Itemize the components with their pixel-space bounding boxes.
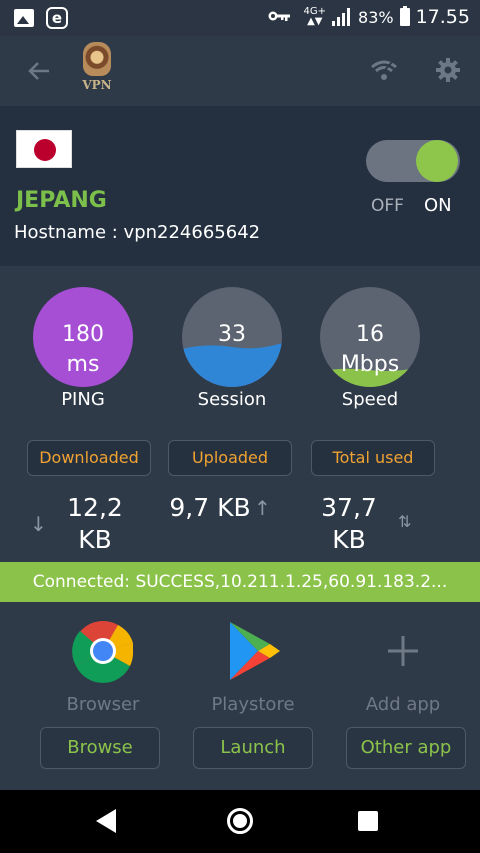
up-down-arrows-icon: ⇅ (398, 512, 412, 531)
connection-status-banner: Connected: SUCCESS,10.211.1.25,60.91.183… (0, 562, 480, 602)
launch-button[interactable]: Launch (193, 727, 313, 769)
toggle-on-label: ON (424, 195, 452, 216)
plus-icon[interactable] (370, 618, 436, 684)
nav-back-icon[interactable] (96, 809, 116, 833)
vpn-logo: VPN (80, 42, 114, 98)
network-type: 4G+ ▲▼ (303, 6, 327, 27)
session-stat: 33 Session (182, 287, 282, 410)
battery-percent: 83% (358, 7, 394, 27)
app-name-browser: Browser (66, 694, 140, 715)
clock: 17.55 (415, 6, 470, 28)
back-arrow-icon[interactable] (24, 56, 54, 86)
uploaded-amount: 9,7 KB (169, 493, 251, 522)
speed-value: 16 (356, 322, 384, 347)
browse-button[interactable]: Browse (40, 727, 160, 769)
downloaded-amount: 12,2 KB (67, 493, 123, 554)
speed-circle: 16 Mbps (320, 287, 420, 387)
toggle-knob (416, 140, 458, 182)
ping-label: PING (61, 389, 105, 410)
downloaded-badge: Downloaded (27, 440, 151, 476)
country-name: JEPANG (16, 188, 107, 213)
app-name-add: Add app (365, 694, 441, 715)
vpn-key-icon (268, 8, 290, 27)
hostname: Hostname : vpn224665642 (14, 222, 261, 243)
image-icon (14, 9, 34, 27)
speed-stat: 16 Mbps Speed (320, 287, 420, 410)
total-amount: 37,7 KB (321, 493, 377, 554)
e-app-icon: e (46, 7, 68, 29)
wifi-icon[interactable] (370, 58, 398, 82)
toolbar: VPN (0, 36, 480, 106)
ping-unit: ms (66, 352, 100, 377)
vpn-toggle[interactable] (366, 140, 460, 182)
session-circle: 33 (182, 287, 282, 387)
app-browser[interactable]: Browser (38, 618, 168, 715)
app-playstore[interactable]: Playstore (188, 618, 318, 715)
play-store-icon[interactable] (220, 618, 286, 684)
chrome-icon[interactable] (70, 618, 136, 684)
gear-icon[interactable] (434, 56, 462, 84)
session-label: Session (197, 389, 267, 410)
battery-icon (399, 6, 410, 26)
signal-icon (332, 8, 352, 26)
japan-flag-icon (16, 130, 72, 168)
upload-arrow-icon: ↑ (254, 496, 271, 520)
status-bar: e 4G+ ▲▼ 83% 17.55 (0, 0, 480, 36)
session-value: 33 (218, 322, 246, 347)
nav-recent-apps-icon[interactable] (358, 811, 378, 831)
speed-label: Speed (341, 389, 399, 410)
nav-home-icon[interactable] (227, 808, 253, 834)
speed-unit: Mbps (340, 352, 400, 377)
ping-circle: 180 ms (33, 287, 133, 387)
uploaded-badge: Uploaded (168, 440, 292, 476)
other-app-button[interactable]: Other app (346, 727, 466, 769)
ping-stat: 180 ms PING (33, 287, 133, 410)
app-name-playstore: Playstore (211, 694, 295, 715)
server-panel[interactable]: JEPANG Hostname : vpn224665642 OFF ON (0, 106, 480, 266)
app-add[interactable]: Add app (338, 618, 468, 715)
download-arrow-icon: ↓ (30, 512, 47, 536)
system-nav-bar (0, 790, 480, 853)
total-used-badge: Total used (311, 440, 435, 476)
toggle-off-label: OFF (371, 196, 404, 216)
ping-value: 180 (62, 322, 104, 347)
